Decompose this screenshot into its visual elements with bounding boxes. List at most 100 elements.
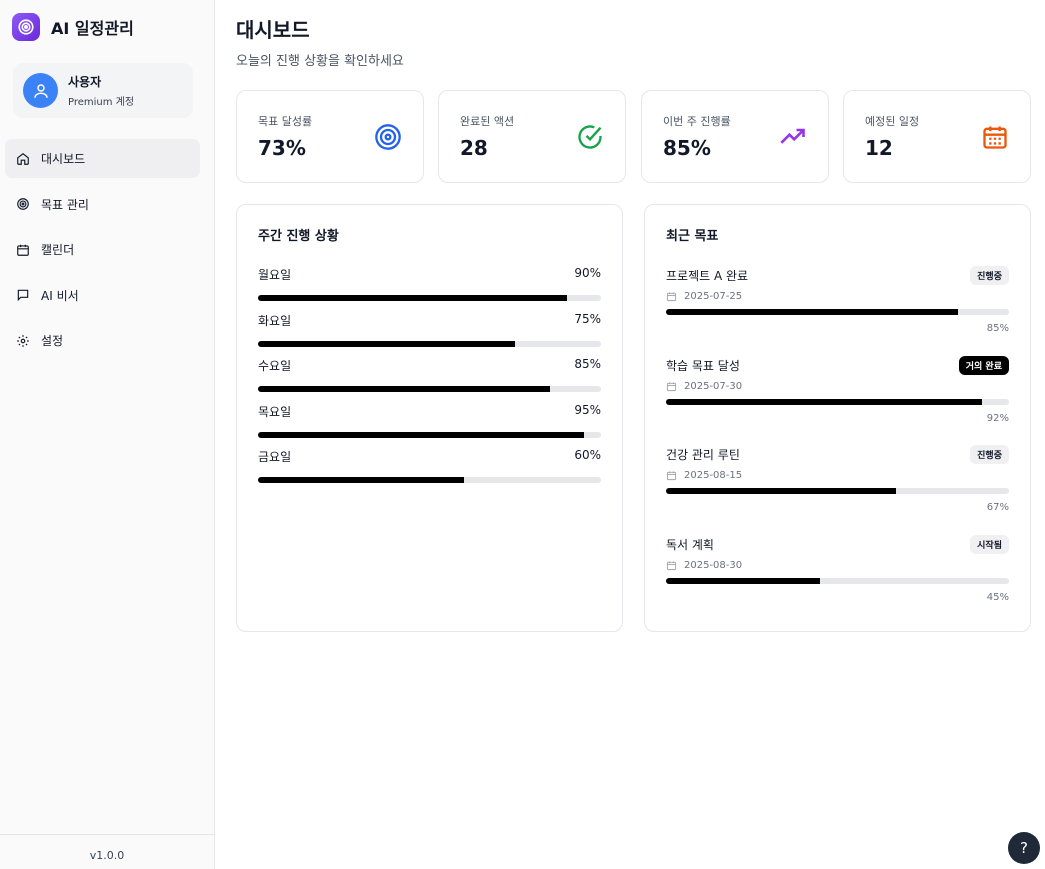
day-percent: 85%	[574, 357, 601, 371]
sidebar-item-label: 목표 관리	[41, 197, 89, 212]
progress-fill	[666, 488, 896, 494]
progress-bar	[258, 477, 601, 483]
panel-title: 주간 진행 상황	[258, 229, 339, 244]
goal-title: 독서 계획	[666, 538, 714, 552]
calendar-icon	[981, 123, 1009, 151]
calendar-icon	[666, 292, 677, 302]
user-avatar-icon	[23, 73, 58, 108]
panel-title: 최근 목표	[666, 229, 719, 244]
target-icon	[17, 198, 29, 210]
goal-percent: 85%	[986, 323, 1009, 334]
progress-bar	[258, 432, 601, 438]
goal-item[interactable]: 독서 계획 시작됨 2025-08-30 45%	[666, 535, 1009, 603]
sidebar: AI 일정관리 사용자 Premium 계정 대시보드 목표 관리 캘린더 AI…	[0, 0, 215, 869]
progress-bar	[258, 341, 601, 347]
goal-percent: 45%	[986, 592, 1009, 603]
goal-date: 2025-07-25	[684, 291, 743, 302]
stat-label: 예정된 일정	[865, 115, 920, 128]
progress-bar	[258, 386, 601, 392]
stat-label: 목표 달성률	[258, 115, 313, 128]
main-content: 대시보드 오늘의 진행 상황을 확인하세요 목표 달성률 73% 완료된 액션 …	[215, 0, 1045, 869]
goal-item[interactable]: 학습 목표 달성 거의 완료 2025-07-30 92%	[666, 356, 1009, 424]
goal-item[interactable]: 건강 관리 루틴 진행중 2025-08-15 67%	[666, 445, 1009, 513]
chat-icon	[17, 289, 29, 302]
user-name: 사용자	[68, 75, 102, 89]
sidebar-item-label: 설정	[41, 334, 64, 348]
calendar-icon	[666, 382, 677, 392]
week-row: 목요일 95%	[258, 403, 601, 438]
sidebar-item-dashboard[interactable]: 대시보드	[5, 139, 200, 178]
progress-bar	[666, 488, 1009, 494]
calendar-icon	[666, 471, 677, 481]
progress-bar	[666, 399, 1009, 405]
progress-bar	[666, 309, 1009, 315]
stat-value: 12	[865, 136, 893, 160]
status-badge: 진행중	[970, 445, 1009, 464]
stat-value: 85%	[663, 136, 711, 160]
calendar-icon	[17, 244, 29, 256]
user-card[interactable]: 사용자 Premium 계정	[13, 63, 193, 118]
stat-card-goal-rate: 목표 달성률 73%	[236, 90, 424, 183]
target-icon	[374, 123, 402, 151]
day-label: 수요일	[258, 359, 292, 373]
calendar-icon	[666, 561, 677, 571]
goal-date: 2025-08-30	[684, 560, 743, 571]
stat-label: 이번 주 진행률	[663, 115, 731, 128]
day-label: 목요일	[258, 405, 292, 419]
gear-icon	[17, 334, 29, 347]
recent-goals-panel: 최근 목표 프로젝트 A 완료 진행중 2025-07-25 85% 학습 목표 …	[644, 204, 1031, 632]
progress-bar	[666, 578, 1009, 584]
sidebar-item-label: 대시보드	[41, 152, 86, 166]
home-icon	[17, 152, 29, 165]
sidebar-item-calendar[interactable]: 캘린더	[5, 230, 200, 269]
user-plan: Premium 계정	[68, 97, 135, 108]
day-percent: 90%	[574, 266, 601, 280]
sidebar-item-ai-assistant[interactable]: AI 비서	[5, 276, 200, 315]
weekly-progress-panel: 주간 진행 상황 월요일 90% 화요일 75% 수요일 85% 목요일 95% 금요일…	[236, 204, 623, 632]
stat-card-scheduled: 예정된 일정 12	[843, 90, 1031, 183]
progress-fill	[258, 477, 464, 483]
status-badge: 시작됨	[970, 535, 1009, 554]
sidebar-item-settings[interactable]: 설정	[5, 321, 200, 360]
day-label: 월요일	[258, 268, 292, 282]
progress-fill	[258, 432, 584, 438]
day-percent: 95%	[574, 403, 601, 417]
goal-title: 학습 목표 달성	[666, 359, 740, 373]
sidebar-nav: 대시보드 목표 관리 캘린더 AI 비서 설정	[5, 139, 200, 367]
page-subtitle: 오늘의 진행 상황을 확인하세요	[236, 54, 404, 69]
goal-date: 2025-07-30	[684, 381, 743, 392]
help-button[interactable]: ?	[1008, 832, 1040, 864]
app-version: v1.0.0	[0, 834, 214, 869]
page-title: 대시보드	[236, 18, 310, 42]
week-row: 월요일 90%	[258, 266, 601, 301]
week-row: 금요일 60%	[258, 448, 601, 483]
stat-value: 73%	[258, 136, 306, 160]
stat-card-completed-actions: 완료된 액션 28	[438, 90, 626, 183]
progress-fill	[258, 295, 567, 301]
day-percent: 75%	[574, 312, 601, 326]
status-badge: 거의 완료	[958, 356, 1009, 375]
app-name: AI 일정관리	[51, 19, 134, 38]
check-circle-icon	[576, 123, 604, 151]
brand[interactable]: AI 일정관리	[12, 13, 134, 41]
progress-bar	[258, 295, 601, 301]
stat-label: 완료된 액션	[460, 115, 515, 128]
progress-fill	[258, 386, 550, 392]
goal-percent: 67%	[986, 502, 1009, 513]
day-label: 금요일	[258, 450, 292, 464]
sidebar-item-label: AI 비서	[41, 288, 79, 303]
sidebar-item-goals[interactable]: 목표 관리	[5, 185, 200, 224]
week-row: 화요일 75%	[258, 312, 601, 347]
goal-item[interactable]: 프로젝트 A 완료 진행중 2025-07-25 85%	[666, 266, 1009, 334]
progress-fill	[666, 309, 958, 315]
stat-card-weekly-progress: 이번 주 진행률 85%	[641, 90, 829, 183]
logo-target-icon	[12, 13, 40, 41]
status-badge: 진행중	[970, 266, 1009, 285]
stat-value: 28	[460, 136, 488, 160]
goal-title: 건강 관리 루틴	[666, 448, 740, 462]
goal-date: 2025-08-15	[684, 470, 743, 481]
trending-up-icon	[779, 123, 807, 151]
goal-title: 프로젝트 A 완료	[666, 269, 749, 283]
day-percent: 60%	[574, 448, 601, 462]
sidebar-item-label: 캘린더	[41, 243, 75, 257]
